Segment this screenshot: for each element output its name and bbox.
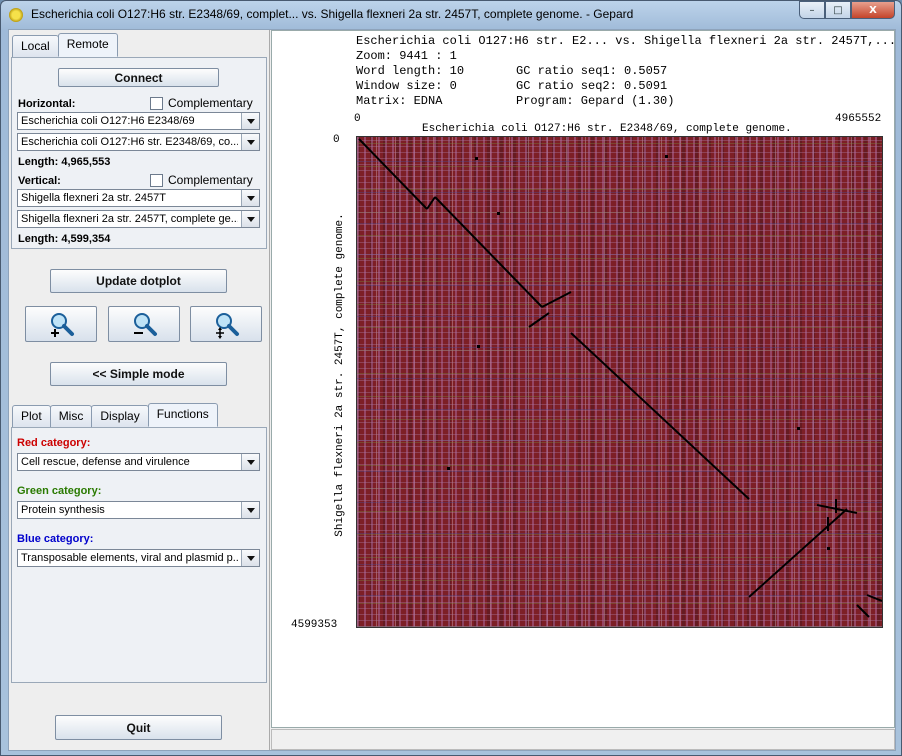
checkbox-box[interactable] [150, 173, 163, 187]
vertical-complementary-checkbox[interactable]: Complementary [150, 173, 253, 187]
vertical-label: Vertical: [18, 175, 61, 187]
zoom-in-icon [51, 313, 74, 337]
green-category-select[interactable]: Protein synthesis [17, 501, 260, 519]
dotplot-view[interactable]: Escherichia coli O127:H6 str. E2... vs. … [271, 30, 897, 728]
title-bar[interactable]: Escherichia coli O127:H6 str. E2348/69, … [1, 1, 901, 29]
horizontal-label: Horizontal: [18, 98, 76, 110]
app-window: Escherichia coli O127:H6 str. E2348/69, … [0, 0, 902, 756]
checkbox-label: Complementary [168, 173, 253, 187]
zoom-in-button[interactable] [25, 306, 97, 342]
horizontal-complementary-checkbox[interactable]: Complementary [150, 96, 253, 110]
y-axis-start: 0 [333, 134, 340, 146]
horizontal-scrollbar[interactable] [271, 729, 895, 750]
checkbox-label: Complementary [168, 96, 253, 110]
y-axis-title: Shigella flexneri 2a str. 2457T, complet… [334, 213, 346, 537]
blue-category-select[interactable]: Transposable elements, viral and plasmid… [17, 549, 260, 567]
chevron-down-icon[interactable] [241, 550, 259, 566]
gc-seq1-info: GC ratio seq1: 0.5057 [516, 64, 668, 78]
zoom-move-icon [216, 313, 239, 339]
gepard-app-icon [9, 8, 23, 22]
minimize-button[interactable]: – [799, 1, 825, 19]
horizontal-sequence-select[interactable]: Escherichia coli O127:H6 str. E2348/69, … [17, 133, 260, 151]
select-value: Cell rescue, defense and virulence [21, 456, 190, 468]
zoom-info: Zoom: 9441 : 1 [356, 49, 457, 63]
vertical-sequence-select[interactable]: Shigella flexneri 2a str. 2457T, complet… [17, 210, 260, 228]
x-axis-start: 0 [354, 113, 361, 125]
quit-button[interactable]: Quit [55, 715, 222, 740]
horizontal-organism-select[interactable]: Escherichia coli O127:H6 E2348/69 [17, 112, 260, 130]
gc-seq2-info: GC ratio seq2: 0.5091 [516, 79, 668, 93]
alignment-diagonals [358, 138, 882, 618]
tab-remote[interactable]: Remote [57, 33, 118, 57]
matrix-info: Matrix: EDNA [356, 94, 443, 108]
word-length-info: Word length: 10 [356, 64, 465, 78]
x-axis-end: 4965552 [835, 113, 882, 125]
chevron-down-icon[interactable] [241, 190, 259, 206]
zoom-out-icon [134, 313, 157, 336]
checkbox-box[interactable] [150, 96, 163, 110]
green-category-label: Green category: [17, 485, 102, 497]
vertical-organism-select[interactable]: Shigella flexneri 2a str. 2457T [17, 189, 260, 207]
program-info: Program: Gepard (1.30) [516, 94, 675, 108]
select-value: Escherichia coli O127:H6 E2348/69 [21, 115, 195, 127]
select-value: Protein synthesis [21, 504, 105, 516]
zoom-navigate-button[interactable] [190, 306, 262, 342]
chevron-down-icon[interactable] [241, 211, 259, 227]
red-category-select[interactable]: Cell rescue, defense and virulence [17, 453, 260, 471]
remote-panel: Connect Horizontal: Complementary Escher… [11, 57, 267, 249]
update-dotplot-button[interactable]: Update dotplot [50, 269, 227, 293]
connect-button[interactable]: Connect [58, 68, 219, 87]
select-value: Shigella flexneri 2a str. 2457T, complet… [21, 213, 238, 225]
select-value: Escherichia coli O127:H6 str. E2348/69, … [21, 136, 238, 148]
window-title: Escherichia coli O127:H6 str. E2348/69, … [31, 7, 634, 21]
blue-category-label: Blue category: [17, 533, 94, 545]
client-area: Local Remote Connect Horizontal: Complem… [8, 29, 896, 751]
functions-panel: Red category: Cell rescue, defense and v… [11, 427, 267, 683]
red-category-label: Red category: [17, 437, 91, 449]
select-value: Transposable elements, viral and plasmid… [21, 552, 238, 564]
chevron-down-icon[interactable] [241, 454, 259, 470]
close-button[interactable]: X [851, 1, 895, 19]
dotplot-matrix[interactable] [356, 136, 883, 628]
chevron-down-icon[interactable] [241, 113, 259, 129]
tab-display[interactable]: Display [91, 405, 149, 427]
tab-plot[interactable]: Plot [12, 405, 51, 427]
window-size-info: Window size: 0 [356, 79, 457, 93]
chevron-down-icon[interactable] [241, 502, 259, 518]
y-axis-end: 4599353 [291, 619, 338, 631]
zoom-out-button[interactable] [108, 306, 180, 342]
tab-misc[interactable]: Misc [49, 405, 93, 427]
vertical-length: Length: 4,599,354 [18, 233, 111, 245]
control-panel: Local Remote Connect Horizontal: Complem… [9, 30, 270, 750]
maximize-button[interactable]: □ [825, 1, 851, 19]
chevron-down-icon[interactable] [241, 134, 259, 150]
tab-local[interactable]: Local [12, 35, 59, 57]
horizontal-length: Length: 4,965,553 [18, 156, 111, 168]
simple-mode-button[interactable]: << Simple mode [50, 362, 227, 386]
select-value: Shigella flexneri 2a str. 2457T [21, 192, 166, 204]
plot-header: Escherichia coli O127:H6 str. E2... vs. … [356, 34, 897, 48]
tab-functions[interactable]: Functions [147, 403, 218, 427]
x-axis-title: Escherichia coli O127:H6 str. E2348/69, … [422, 123, 792, 135]
